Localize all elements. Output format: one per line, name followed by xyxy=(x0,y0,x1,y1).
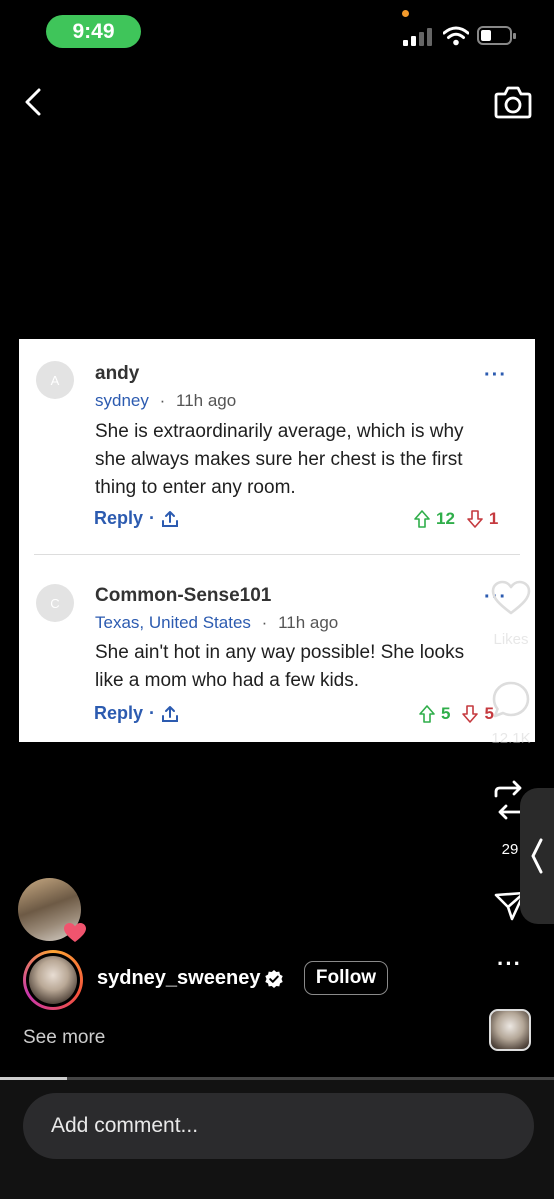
likes-label: Likes xyxy=(493,631,529,648)
commenter-location: Texas, United States xyxy=(95,613,251,632)
status-time: 9:49 xyxy=(46,15,141,48)
upvote-icon xyxy=(414,510,430,528)
comment-meta: sydney · 11h ago xyxy=(95,391,237,410)
see-more-link[interactable]: See more xyxy=(23,1027,105,1049)
comment-body: She is extraordinarily average, which is… xyxy=(95,418,464,502)
upvote-icon xyxy=(419,705,435,723)
comment-line: thing to enter any room. xyxy=(95,477,296,498)
heart-icon[interactable] xyxy=(491,580,531,616)
commenter-avatar: A xyxy=(36,361,74,399)
battery-icon xyxy=(477,26,516,45)
commenter-name: andy xyxy=(95,363,140,384)
vote-row: 5 5 xyxy=(419,704,494,724)
downvote-icon xyxy=(462,705,479,723)
chevron-left-icon xyxy=(531,838,543,874)
commenter-location: sydney xyxy=(95,391,149,410)
reply-row: Reply · xyxy=(94,508,179,529)
follow-button[interactable]: Follow xyxy=(304,961,388,995)
wifi-icon xyxy=(443,26,469,46)
back-icon[interactable] xyxy=(22,88,44,116)
add-comment-placeholder: Add comment... xyxy=(51,1114,199,1137)
comment-time: 11h ago xyxy=(278,613,339,632)
comment-icon[interactable] xyxy=(491,680,531,720)
downvote-count: 1 xyxy=(488,509,499,528)
comment-meta: Texas, United States · 11h ago xyxy=(95,613,339,632)
downvote-icon xyxy=(467,510,483,528)
audio-thumbnail[interactable] xyxy=(489,1009,531,1051)
cellular-signal-icon xyxy=(403,28,432,46)
reply-label: Reply xyxy=(94,508,144,528)
share-icon xyxy=(162,510,179,527)
reply-label: Reply xyxy=(94,703,144,723)
upvote-count: 12 xyxy=(436,509,455,528)
comment-divider xyxy=(34,554,520,555)
vote-row: 12 1 xyxy=(414,509,498,529)
add-comment-input[interactable]: Add comment... xyxy=(23,1093,534,1159)
profile-avatar xyxy=(29,956,77,1004)
share-icon xyxy=(162,705,179,722)
commenter-name: Common-Sense101 xyxy=(95,585,272,606)
comment-body: She ain't hot in any way possible! She l… xyxy=(95,639,464,695)
camera-icon[interactable] xyxy=(494,84,532,120)
reply-row: Reply · xyxy=(94,703,179,724)
comment-time: 11h ago xyxy=(176,391,237,410)
story-ring[interactable] xyxy=(23,950,83,1010)
comment-screenshot-card: A andy ··· sydney · 11h ago She is extra… xyxy=(19,339,535,742)
comment-line: like a mom who had a few kids. xyxy=(95,670,360,691)
more-options-icon: ··· xyxy=(484,364,507,386)
heart-badge-icon xyxy=(64,923,86,942)
profile-username[interactable]: sydney_sweeney xyxy=(97,967,260,990)
side-panel-handle[interactable] xyxy=(520,788,554,924)
more-options-icon[interactable]: ··· xyxy=(497,951,522,977)
comments-count: 12.1K xyxy=(491,730,531,747)
comment-line: She is extraordinarily average, which is… xyxy=(95,421,464,442)
privacy-indicator-dot xyxy=(402,10,409,17)
comment-line: she always makes sure her chest is the f… xyxy=(95,449,463,470)
comment-line: She ain't hot in any way possible! She l… xyxy=(95,642,465,663)
commenter-avatar: C xyxy=(36,584,74,622)
verified-badge-icon xyxy=(265,970,283,988)
upvote-count: 5 xyxy=(441,704,451,723)
